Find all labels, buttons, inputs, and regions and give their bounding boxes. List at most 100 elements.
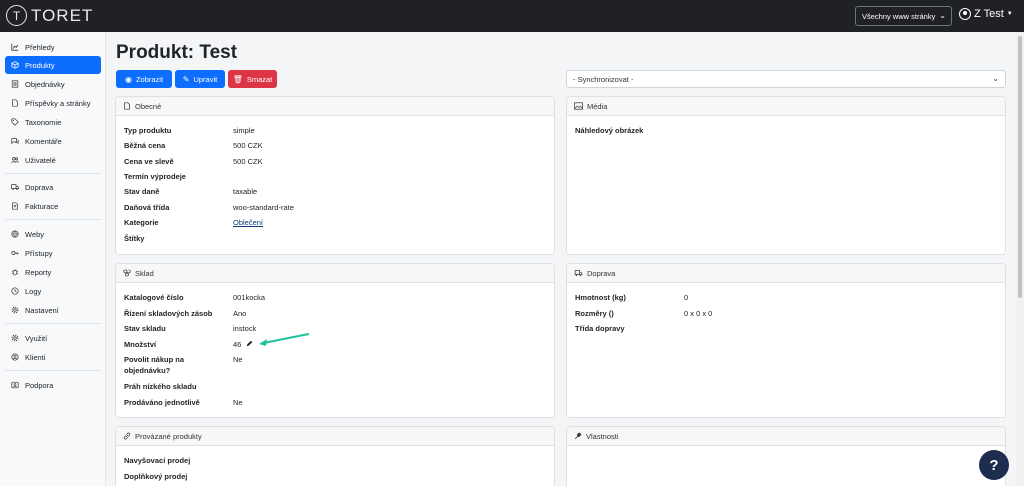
sidebar-item-objednavky[interactable]: Objednávky (5, 75, 101, 93)
sidebar-item-label: Objednávky (25, 79, 65, 89)
detail-value: instock (233, 324, 257, 333)
bug-icon (11, 268, 19, 276)
scrollbar-thumb[interactable] (1018, 36, 1022, 298)
sidebar-item-klienti[interactable]: Klienti (5, 348, 101, 366)
detail-label: Kategorie (124, 218, 159, 227)
caret-down-icon: ▼ (1006, 11, 1013, 17)
category-link[interactable]: Oblečení (233, 217, 263, 228)
sidebar-item-label: Příspěvky a stránky (25, 98, 91, 108)
page-title: Produkt: Test (116, 42, 238, 63)
sidebar-item-label: Uživatelé (25, 155, 56, 165)
detail-value: 0 x 0 x 0 (684, 309, 713, 318)
detail-label: Navyšovací prodej (124, 456, 191, 465)
detail-label: Typ produktu (124, 126, 172, 135)
sidebar-item-vyuziti[interactable]: Využití (5, 329, 101, 347)
sidebar-item-label: Fakturace (25, 201, 59, 211)
support-icon (11, 381, 19, 389)
sidebar-item-label: Weby (25, 229, 45, 239)
sidebar-item-podpora[interactable]: Podpora (5, 376, 101, 394)
card-title: Provázané produkty (135, 431, 202, 441)
image-icon (574, 102, 583, 110)
detail-label: Termín výprodeje (124, 172, 186, 181)
sidebar-item-label: Produkty (25, 60, 55, 70)
sidebar-item-reporty[interactable]: Reporty (5, 263, 101, 281)
sidebar-item-komentare[interactable]: Komentáře (5, 132, 101, 150)
annotation-arrow (259, 333, 310, 346)
sidebar-item-label: Přehledy (25, 42, 55, 52)
pencil-icon[interactable] (246, 339, 253, 350)
trash-icon: 🗑 (232, 74, 243, 84)
top-bar: T TORET Všechny www stránky ⌄ Z Test ▼ (0, 0, 1024, 32)
sidebar-item-taxonomie[interactable]: Taxonomie (5, 113, 101, 131)
user-menu[interactable]: Z Test ▼ (959, 8, 1013, 20)
sidebar-item-nastaveni[interactable]: Nastavení (5, 301, 101, 319)
site-select[interactable]: Všechny www stránky ⌄ (855, 6, 952, 26)
detail-value: Ne (233, 355, 243, 364)
quantity-value: 46 (233, 339, 253, 350)
detail-value: Ano (233, 309, 247, 318)
sidebar-item-label: Taxonomie (25, 117, 62, 127)
linked-products-card: Provázané produkty Navyšovací prodej Dop… (115, 426, 555, 486)
detail-value: taxable (233, 187, 258, 196)
file-icon (123, 102, 131, 110)
sidebar-item-fakturace[interactable]: Fakturace (5, 197, 101, 215)
chevron-down-icon: ⌄ (939, 11, 946, 20)
sidebar-item-prispevky[interactable]: Příspěvky a stránky (5, 94, 101, 112)
sidebar-item-label: Klienti (25, 352, 46, 362)
detail-value: 500 CZK (233, 157, 263, 166)
tags-icon (11, 118, 19, 126)
sidebar-item-uzivatele[interactable]: Uživatelé (5, 151, 101, 169)
view-button[interactable]: ◉ Zobrazit (116, 70, 172, 88)
detail-label: Stav skladu (124, 324, 166, 333)
detail-value: 0 (684, 293, 689, 302)
card-title: Sklad (135, 268, 154, 278)
sidebar-item-prehledy[interactable]: Přehledy (5, 38, 101, 56)
detail-label: Povolit nákup na objednávku? (124, 355, 185, 375)
card-header: Provázané produkty (116, 427, 554, 446)
card-header: Doprava (567, 264, 1005, 283)
scrollbar[interactable] (1016, 32, 1024, 486)
detail-value: woo-standard-rate (233, 203, 294, 212)
gear-cog-icon (11, 334, 19, 342)
pencil-square-icon: ✎ (182, 74, 190, 84)
sidebar-item-weby[interactable]: Weby (5, 225, 101, 243)
detail-label: Běžná cena (124, 141, 166, 150)
sync-select[interactable]: - Synchronizovat - ⌄ (566, 70, 1006, 88)
sidebar: Přehledy Produkty Objednávky Příspěvky a… (0, 32, 106, 486)
detail-label: Hmotnost (kg) (575, 293, 626, 302)
card-title: Vlastnosti (586, 431, 619, 441)
delete-button[interactable]: 🗑 Smazat (228, 70, 277, 88)
detail-label: Práh nízkého skladu (124, 382, 197, 391)
sidebar-divider (5, 370, 101, 371)
thumbnail-label: Náhledový obrázek (575, 126, 644, 135)
media-card: Média Náhledový obrázek (566, 96, 1006, 255)
gear-icon (11, 306, 19, 314)
log-icon (11, 287, 19, 295)
key-icon (11, 249, 19, 257)
sidebar-divider (5, 173, 101, 174)
users-icon (11, 156, 19, 164)
sidebar-item-label: Logy (25, 286, 42, 296)
detail-value: 500 CZK (233, 141, 263, 150)
sidebar-item-doprava[interactable]: Doprava (5, 178, 101, 196)
detail-value: simple (233, 126, 255, 135)
detail-label: Rozměry () (575, 309, 614, 318)
card-header: Sklad (116, 264, 554, 283)
sidebar-item-logy[interactable]: Logy (5, 282, 101, 300)
card-header: Vlastnosti (567, 427, 1005, 446)
detail-label: Daňová třída (124, 203, 170, 212)
logo-text: TORET (31, 5, 94, 25)
shipping-card: Doprava Hmotnost (kg) 0 Rozměry () 0 x 0… (566, 263, 1006, 418)
sidebar-item-pristupy[interactable]: Přístupy (5, 244, 101, 262)
chevron-down-icon: ⌄ (992, 74, 999, 83)
detail-label: Stav daně (124, 187, 160, 196)
card-title: Obecné (135, 101, 162, 111)
edit-button[interactable]: ✎ Upravit (175, 70, 225, 88)
sidebar-item-label: Podpora (25, 380, 54, 390)
help-button[interactable]: ? (979, 450, 1009, 480)
detail-label: Prodáváno jednotlivě (124, 398, 200, 407)
sidebar-item-produkty[interactable]: Produkty (5, 56, 101, 74)
toret-logo[interactable]: T TORET (6, 5, 93, 26)
detail-value: 001kocka (233, 293, 266, 302)
truck-icon (11, 183, 19, 191)
